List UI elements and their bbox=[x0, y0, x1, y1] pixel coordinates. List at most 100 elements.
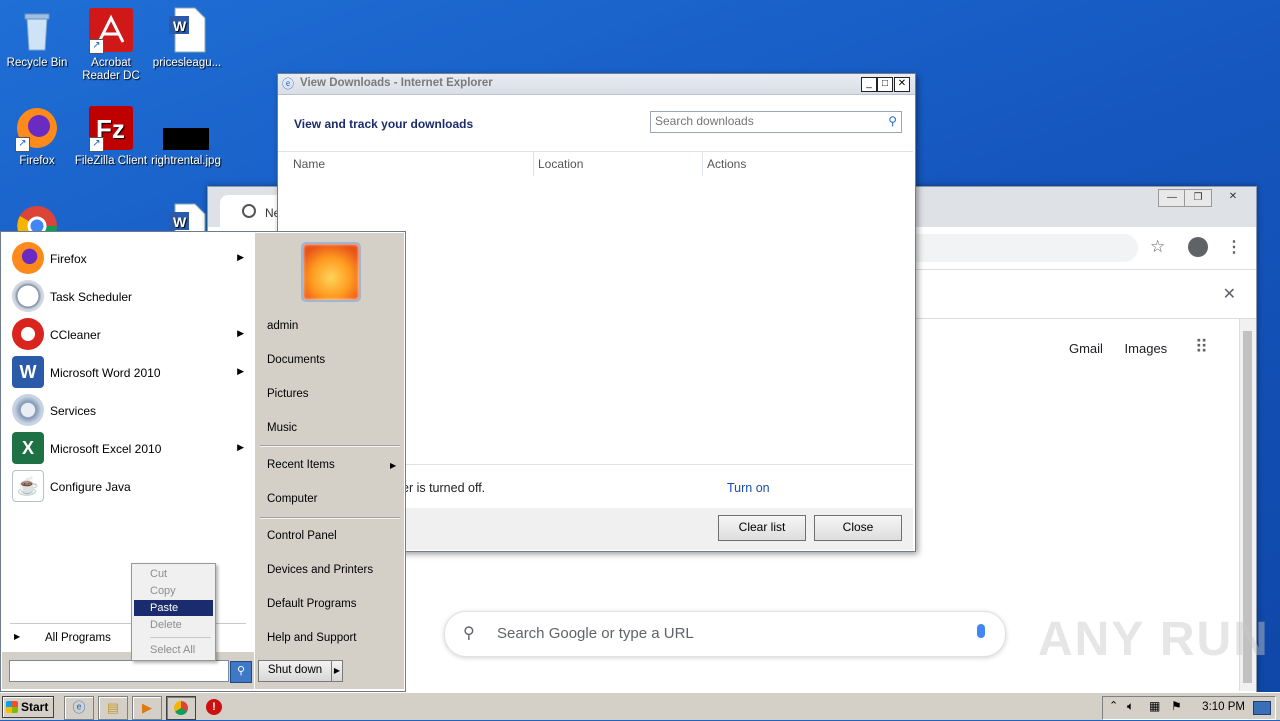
maximize-icon[interactable]: ❐ bbox=[1184, 189, 1212, 207]
context-item-copy[interactable]: Copy bbox=[134, 583, 213, 599]
start-item-ccleaner[interactable]: CCleaner ▶ bbox=[8, 317, 248, 351]
clear-list-button[interactable]: Clear list bbox=[718, 515, 806, 541]
shortcut-arrow-icon: ↗ bbox=[15, 137, 30, 152]
start-item-excel[interactable]: X Microsoft Excel 2010 ▶ bbox=[8, 431, 248, 465]
taskbar-explorer-folder-icon[interactable]: ▤ bbox=[98, 696, 128, 720]
images-link[interactable]: Images bbox=[1125, 341, 1168, 356]
desktop-icon-word-doc[interactable]: W pricesleagu... bbox=[150, 6, 224, 70]
minimize-icon[interactable]: — bbox=[1158, 189, 1186, 207]
start-item-task-scheduler[interactable]: Task Scheduler bbox=[8, 279, 248, 313]
taskbar-stop-icon[interactable]: ! bbox=[206, 699, 222, 715]
start-item-configure-java[interactable]: ☕ Configure Java bbox=[8, 469, 248, 503]
word-icon: W bbox=[12, 356, 44, 388]
shutdown-button[interactable]: Shut down bbox=[258, 660, 332, 682]
context-item-select-all[interactable]: Select All bbox=[134, 642, 213, 658]
windows-logo-icon bbox=[6, 701, 18, 713]
system-tray: ⌃ 🔈︎ ▦ ⚑ 3:10 PM bbox=[1102, 696, 1276, 720]
downloads-search-input[interactable] bbox=[651, 112, 879, 130]
start-item-label: Firefox bbox=[50, 252, 87, 266]
column-actions[interactable]: Actions bbox=[707, 157, 746, 171]
action-center-flag-icon[interactable]: ⚑ bbox=[1171, 699, 1182, 713]
infobar-close-icon[interactable]: ✕ bbox=[1223, 284, 1236, 304]
place-music[interactable]: Music bbox=[267, 422, 297, 434]
user-picture-avatar[interactable] bbox=[301, 242, 361, 302]
start-search-input[interactable] bbox=[9, 660, 229, 682]
ccleaner-icon bbox=[12, 318, 44, 350]
chrome-icon bbox=[174, 701, 188, 715]
maximize-icon[interactable]: □ bbox=[877, 77, 893, 92]
downloads-column-header: Name Location Actions bbox=[278, 151, 913, 176]
turn-on-link[interactable]: Turn on bbox=[727, 481, 770, 495]
recycle-bin-icon bbox=[13, 6, 61, 54]
start-item-label: Microsoft Word 2010 bbox=[50, 366, 161, 380]
place-admin[interactable]: admin bbox=[267, 320, 298, 332]
search-icon[interactable]: ⚲ bbox=[888, 114, 897, 128]
start-item-label: Microsoft Excel 2010 bbox=[50, 442, 162, 456]
google-search-box[interactable]: ⚲ Search Google or type a URL bbox=[444, 611, 1006, 657]
shortcut-arrow-icon: ↗ bbox=[89, 39, 104, 54]
desktop-icon-filezilla[interactable]: Fz ↗ FileZilla Client bbox=[74, 104, 148, 168]
place-documents[interactable]: Documents bbox=[267, 354, 325, 366]
taskbar-chrome-icon[interactable] bbox=[166, 696, 196, 720]
place-control-panel[interactable]: Control Panel bbox=[267, 530, 337, 542]
downloads-titlebar[interactable]: ⓔ View Downloads - Internet Explorer _ □… bbox=[278, 74, 915, 95]
submenu-arrow-icon: ▶ bbox=[237, 328, 244, 338]
place-recent-items[interactable]: Recent Items bbox=[267, 459, 335, 471]
mic-icon[interactable] bbox=[977, 624, 985, 638]
shutdown-options-arrow-icon[interactable]: ▶ bbox=[331, 660, 343, 682]
place-pictures[interactable]: Pictures bbox=[267, 388, 309, 400]
start-item-services[interactable]: Services bbox=[8, 393, 248, 427]
context-item-delete[interactable]: Delete bbox=[134, 617, 213, 633]
place-computer[interactable]: Computer bbox=[267, 493, 318, 505]
chrome-menu-icon[interactable]: ⋮ bbox=[1226, 237, 1242, 257]
desktop-icon-recycle-bin[interactable]: Recycle Bin bbox=[0, 6, 74, 70]
clock[interactable]: 3:10 PM bbox=[1202, 701, 1245, 713]
firefox-icon: ↗ bbox=[13, 104, 61, 152]
volume-icon[interactable]: 🔈︎ bbox=[1127, 699, 1134, 714]
search-icon[interactable]: ⚲ bbox=[230, 661, 252, 683]
close-icon[interactable]: ✕ bbox=[894, 77, 910, 92]
place-help-and-support[interactable]: Help and Support bbox=[267, 632, 357, 644]
start-item-label: CCleaner bbox=[50, 328, 101, 342]
apps-grid-icon[interactable]: ⠿ bbox=[1195, 337, 1208, 357]
clock-icon bbox=[12, 280, 44, 312]
search-icon: ⚲ bbox=[463, 625, 475, 642]
taskbar: Start ⓔ ▤ ▶ ! ⌃ 🔈︎ ▦ ⚑ 3:10 PM bbox=[0, 692, 1280, 720]
start-item-firefox[interactable]: Firefox ▶ bbox=[8, 241, 248, 275]
start-button[interactable]: Start bbox=[2, 696, 54, 718]
start-menu-places-pane: admin Documents Pictures Music Recent It… bbox=[255, 233, 404, 689]
place-default-programs[interactable]: Default Programs bbox=[267, 598, 356, 610]
show-desktop-icon[interactable] bbox=[1253, 701, 1271, 715]
network-icon[interactable]: ▦ bbox=[1149, 699, 1160, 713]
place-devices-and-printers[interactable]: Devices and Printers bbox=[267, 564, 373, 576]
minimize-icon[interactable]: _ bbox=[861, 77, 877, 92]
context-menu[interactable]: Cut Copy Paste Delete Select All bbox=[131, 563, 216, 661]
downloads-search-box[interactable]: ⚲ bbox=[650, 111, 902, 133]
column-location[interactable]: Location bbox=[538, 157, 583, 171]
context-item-cut[interactable]: Cut bbox=[134, 566, 213, 582]
svg-text:W: W bbox=[173, 214, 187, 230]
taskbar-media-player-icon[interactable]: ▶ bbox=[132, 696, 162, 720]
submenu-arrow-icon: ▶ bbox=[237, 442, 244, 452]
column-name[interactable]: Name bbox=[293, 157, 325, 171]
submenu-arrow-icon: ▶ bbox=[237, 366, 244, 376]
filezilla-icon: Fz ↗ bbox=[87, 104, 135, 152]
context-item-paste[interactable]: Paste bbox=[134, 600, 213, 616]
desktop-icon-firefox[interactable]: ↗ Firefox bbox=[0, 104, 74, 168]
column-divider[interactable] bbox=[702, 152, 703, 176]
profile-avatar-icon[interactable] bbox=[1188, 237, 1208, 257]
internet-explorer-icon: ⓔ bbox=[282, 77, 295, 91]
desktop-icon-label: Firefox bbox=[19, 155, 55, 167]
close-icon[interactable]: ✕ bbox=[1220, 189, 1246, 205]
start-item-label: Task Scheduler bbox=[50, 290, 133, 304]
column-divider[interactable] bbox=[533, 152, 534, 176]
start-item-word[interactable]: W Microsoft Word 2010 ▶ bbox=[8, 355, 248, 389]
desktop-icon-acrobat[interactable]: ↗ Acrobat Reader DC bbox=[74, 6, 148, 83]
gmail-link[interactable]: Gmail bbox=[1069, 341, 1103, 356]
close-button[interactable]: Close bbox=[814, 515, 902, 541]
show-hidden-icons-icon[interactable]: ⌃ bbox=[1109, 699, 1118, 712]
desktop-icon-label: Acrobat Reader DC bbox=[82, 57, 140, 82]
desktop-icon-image-file[interactable]: rightrental.jpg bbox=[149, 104, 223, 168]
taskbar-internet-explorer-icon[interactable]: ⓔ bbox=[64, 696, 94, 720]
bookmark-star-icon[interactable]: ☆ bbox=[1150, 237, 1165, 257]
